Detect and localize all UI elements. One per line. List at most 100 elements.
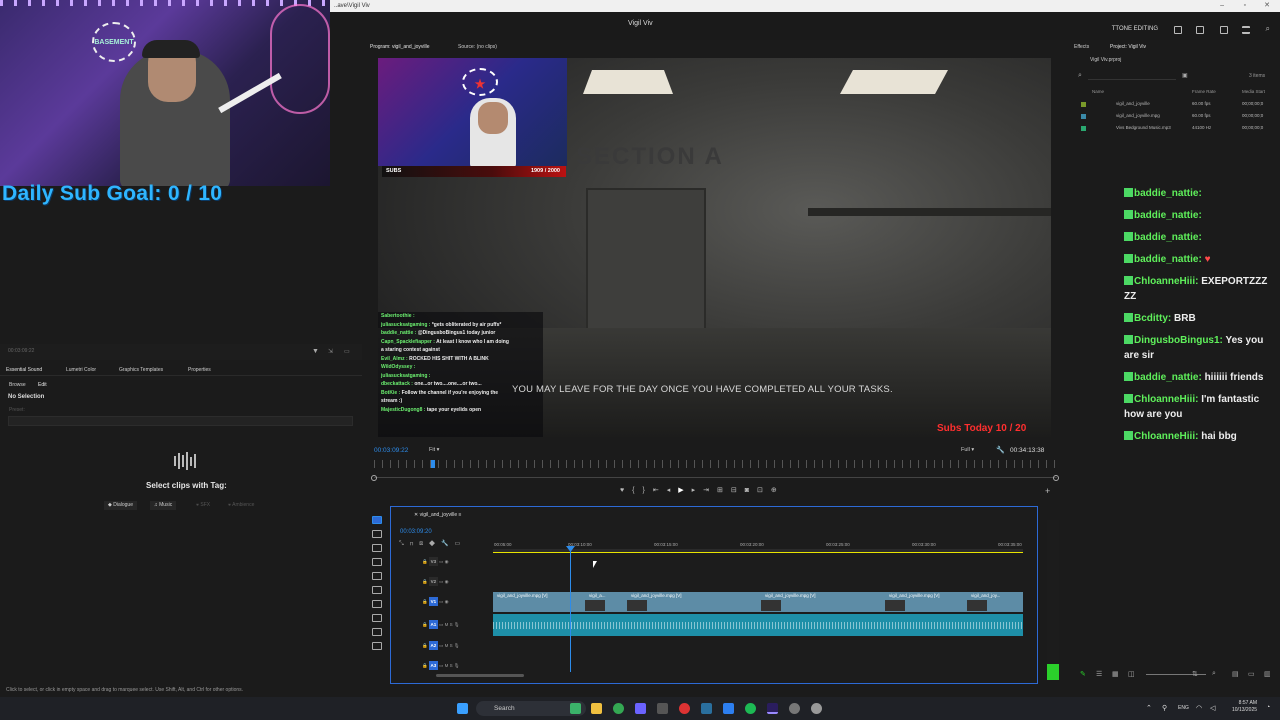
tab-project[interactable]: Project: Vigil Viv	[1110, 44, 1146, 50]
zoom-handle-left[interactable]	[371, 475, 377, 481]
type-icon[interactable]	[372, 628, 382, 636]
record-icon[interactable]	[679, 703, 690, 714]
overwrite-icon[interactable]: ⊟	[731, 487, 745, 494]
steam-icon[interactable]	[701, 703, 712, 714]
app-icon[interactable]	[570, 703, 581, 714]
tag-ambience[interactable]: ⚹ Ambience	[224, 501, 258, 510]
fullscreen-icon[interactable]	[1220, 26, 1228, 34]
premiere-icon[interactable]	[767, 703, 778, 714]
nest-icon[interactable]: ⊓	[410, 541, 419, 547]
pencil-icon[interactable]: ✎	[1080, 670, 1086, 678]
mark-in-icon[interactable]: {	[632, 487, 642, 494]
minimize-icon[interactable]: –	[1220, 0, 1224, 12]
selection-tool-icon[interactable]	[372, 516, 382, 524]
captions-icon[interactable]: ▭	[455, 541, 467, 547]
slip-icon[interactable]	[372, 572, 382, 580]
maximize-icon[interactable]: ▫	[1244, 0, 1246, 12]
timeline-timecode[interactable]: 00:03:09:20	[400, 529, 432, 535]
linked-icon[interactable]: ⊠	[419, 541, 429, 547]
column-frame-rate[interactable]: Frame Rate	[1192, 89, 1216, 94]
preset-dropdown[interactable]	[8, 416, 353, 426]
tag-dialogue[interactable]: ◆ Dialogue	[104, 501, 137, 510]
caption-tool-icon[interactable]	[372, 642, 382, 650]
share-icon[interactable]	[1196, 26, 1204, 34]
new-bin-icon[interactable]: ▣	[1182, 72, 1188, 79]
list-view-icon[interactable]: ☰	[1096, 670, 1102, 678]
column-media-start[interactable]: Media Start	[1242, 89, 1265, 94]
panel-icon[interactable]	[1174, 26, 1182, 34]
compare-icon[interactable]: ⊡	[757, 487, 771, 494]
pen-icon[interactable]	[372, 586, 382, 594]
tab-program[interactable]: Program: vigil_and_joyville	[370, 44, 429, 50]
project-search-icon[interactable]: ⌕	[1078, 72, 1082, 80]
monitor-scrub-bar[interactable]	[374, 460, 1057, 468]
zoom-handle-right[interactable]	[1053, 475, 1059, 481]
column-name[interactable]: Name	[1092, 89, 1104, 94]
camera-icon[interactable]: ◙	[745, 487, 757, 494]
insert-icon[interactable]: ⊞	[717, 487, 731, 494]
tab-edit[interactable]: Edit	[38, 382, 47, 388]
tab-lumetri-color[interactable]: Lumetri Color	[66, 367, 96, 373]
timeline-ruler[interactable]	[493, 549, 1023, 553]
zoom-fit-select[interactable]: Fit ▾	[426, 445, 460, 455]
track-header-v3[interactable]: 🔒 V3 ▭ ◉	[422, 557, 449, 566]
rectangle-icon[interactable]	[372, 600, 382, 608]
video-clip-track[interactable]: vigil_and_joyville.mpg [V] vigil_a... vi…	[493, 592, 1023, 612]
go-to-out-icon[interactable]: ⇥	[703, 487, 717, 494]
go-to-in-icon[interactable]: ⇤	[653, 487, 667, 494]
find-icon[interactable]: ⌕	[1212, 670, 1216, 678]
export-icon[interactable]: ⇲	[328, 348, 333, 355]
file-explorer-icon[interactable]	[591, 703, 602, 714]
playback-quality-select[interactable]: Full ▾	[958, 445, 988, 455]
monitor-playhead[interactable]	[430, 460, 435, 468]
monitor-zoom-bar[interactable]	[374, 477, 1057, 482]
track-header-a3[interactable]: 🔒 A3 ▭ M S 🎙	[422, 661, 460, 670]
hand-icon[interactable]	[372, 614, 382, 622]
sort-icon[interactable]: ⇅	[1192, 670, 1198, 678]
tag-sfx[interactable]: ⚹ SFX	[192, 501, 214, 510]
track-header-v2[interactable]: 🔒 V2 ▭ ◉	[422, 577, 449, 586]
track-header-a2[interactable]: 🔒 A2 ▭ M S 🎙	[422, 641, 460, 650]
store-icon[interactable]	[723, 703, 734, 714]
play-icon[interactable]: ▶	[678, 487, 691, 494]
volume-icon[interactable]: ◁	[1210, 704, 1215, 712]
wrench-icon[interactable]: 🔧	[996, 446, 1005, 454]
menu-icon[interactable]	[1242, 26, 1250, 34]
add-marker-icon[interactable]: ♥	[620, 487, 632, 494]
tab-essential-sound[interactable]: Essential Sound	[6, 367, 42, 373]
tray-chevron-icon[interactable]: ⌃	[1146, 704, 1152, 712]
track-header-v1[interactable]: 🔒 V1 ▭ ◉	[422, 597, 449, 606]
timeline-wrench-icon[interactable]: 🔧	[441, 541, 454, 547]
add-button-icon[interactable]: +	[1045, 486, 1050, 496]
icon-view-icon[interactable]: ▦	[1112, 670, 1119, 678]
marker-icon[interactable]: ◆	[429, 541, 441, 547]
track-select-icon[interactable]	[372, 530, 382, 538]
project-item-row[interactable]: vigil_and_joyville.mpg 60.00 fps 00;00;00;…	[1078, 113, 1278, 122]
audio-clip-track[interactable]	[493, 614, 1023, 636]
close-icon[interactable]: ✕	[1264, 0, 1270, 12]
freeform-view-icon[interactable]: ◫	[1128, 670, 1135, 678]
settings-app-icon[interactable]	[789, 703, 800, 714]
language-indicator[interactable]: ENG	[1178, 705, 1189, 711]
gear-icon[interactable]	[811, 703, 822, 714]
new-item-icon[interactable]: ▤	[1232, 670, 1239, 678]
search-icon[interactable]: ⌕	[1266, 24, 1270, 34]
timeline-playhead-line[interactable]	[570, 546, 571, 672]
filter-icon[interactable]: ▼	[312, 348, 319, 355]
tab-properties[interactable]: Properties	[188, 367, 211, 373]
project-item-row[interactable]: vigil_and_joyville 60.00 fps 00;00;00;0	[1078, 101, 1278, 110]
obs-icon[interactable]	[657, 703, 668, 714]
track-header-a1[interactable]: 🔒 A1 ▭ M S 🎙	[422, 620, 460, 629]
folder-icon[interactable]: ▭	[1248, 670, 1255, 678]
discord-icon[interactable]	[635, 703, 646, 714]
tab-source[interactable]: Source: (no clips)	[458, 44, 497, 50]
spotify-icon[interactable]	[745, 703, 756, 714]
snap-icon[interactable]: ⤡	[399, 541, 410, 547]
step-back-icon[interactable]: ◂	[667, 487, 679, 494]
sequence-tab[interactable]: ✕ vigil_and_joyville ≡	[414, 512, 461, 518]
project-item-row[interactable]: Vivs Bedground Music.mp3 44100 Hz 00;00;00…	[1078, 125, 1278, 134]
step-forward-icon[interactable]: ▸	[692, 487, 704, 494]
chrome-icon[interactable]	[613, 703, 624, 714]
tab-effects[interactable]: Effects	[1074, 44, 1089, 50]
windows-start-icon[interactable]	[457, 703, 468, 714]
